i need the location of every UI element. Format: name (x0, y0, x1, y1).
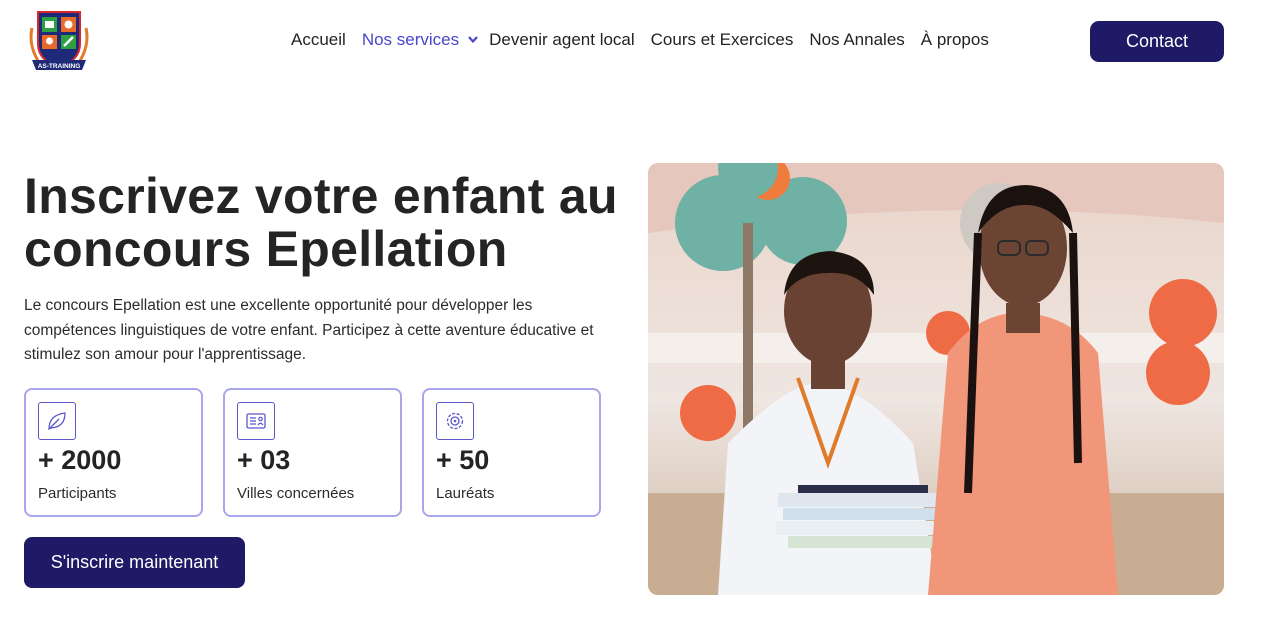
logo-text: AS-TRAINING (38, 63, 81, 70)
nav-label: Accueil (291, 30, 346, 49)
stat-label: Villes concernées (237, 485, 355, 502)
as-training-logo[interactable]: AS-TRAINING (26, 8, 92, 76)
leaf-icon (38, 402, 76, 440)
nav-item-cours-et-exercices[interactable]: Cours et Exercices (651, 30, 794, 50)
nav-item-devenir-agent-local[interactable]: Devenir agent local (489, 30, 635, 50)
hero-title-line2: concours Epellation (24, 221, 508, 277)
stats-row: + 2000 Participants + 03 Villes concerné… (24, 388, 601, 517)
register-now-button[interactable]: S'inscrire maintenant (24, 537, 245, 588)
stat-label: Participants (38, 485, 117, 502)
nav-label: À propos (920, 30, 989, 49)
nav-item-accueil[interactable]: Accueil (291, 30, 346, 50)
hero-description: Le concours Epellation est une excellent… (24, 297, 594, 363)
stat-value: + 50 (436, 445, 490, 475)
chevron-down-icon (468, 36, 478, 44)
nav-item-nos-annales[interactable]: Nos Annales (809, 30, 904, 50)
stat-value: + 03 (237, 445, 291, 475)
nav-item-a-propos[interactable]: À propos (921, 30, 989, 50)
nav-label: Devenir agent local (489, 30, 635, 49)
stat-value: + 2000 (38, 445, 122, 475)
nav-label: Nos services (361, 30, 460, 49)
nav-label: Cours et Exercices (650, 30, 794, 49)
id-card-icon (237, 402, 275, 440)
stat-card-participants: + 2000 Participants (24, 388, 203, 517)
stat-label: Lauréats (436, 485, 495, 502)
stat-card-villes: + 03 Villes concernées (223, 388, 402, 517)
nav-label: Nos Annales (809, 30, 905, 49)
nav-item-nos-services[interactable]: Nos services (362, 30, 483, 50)
stat-card-laureats: + 50 Lauréats (422, 388, 601, 517)
gear-icon (436, 402, 474, 440)
hero-title-line1: Inscrivez votre enfant au (24, 168, 618, 224)
hero-photo (648, 163, 1224, 595)
contact-button[interactable]: Contact (1090, 21, 1224, 62)
main-nav: Accueil Nos services Devenir agent local… (291, 30, 989, 50)
hero-title: Inscrivez votre enfant au concours Epell… (24, 170, 624, 276)
